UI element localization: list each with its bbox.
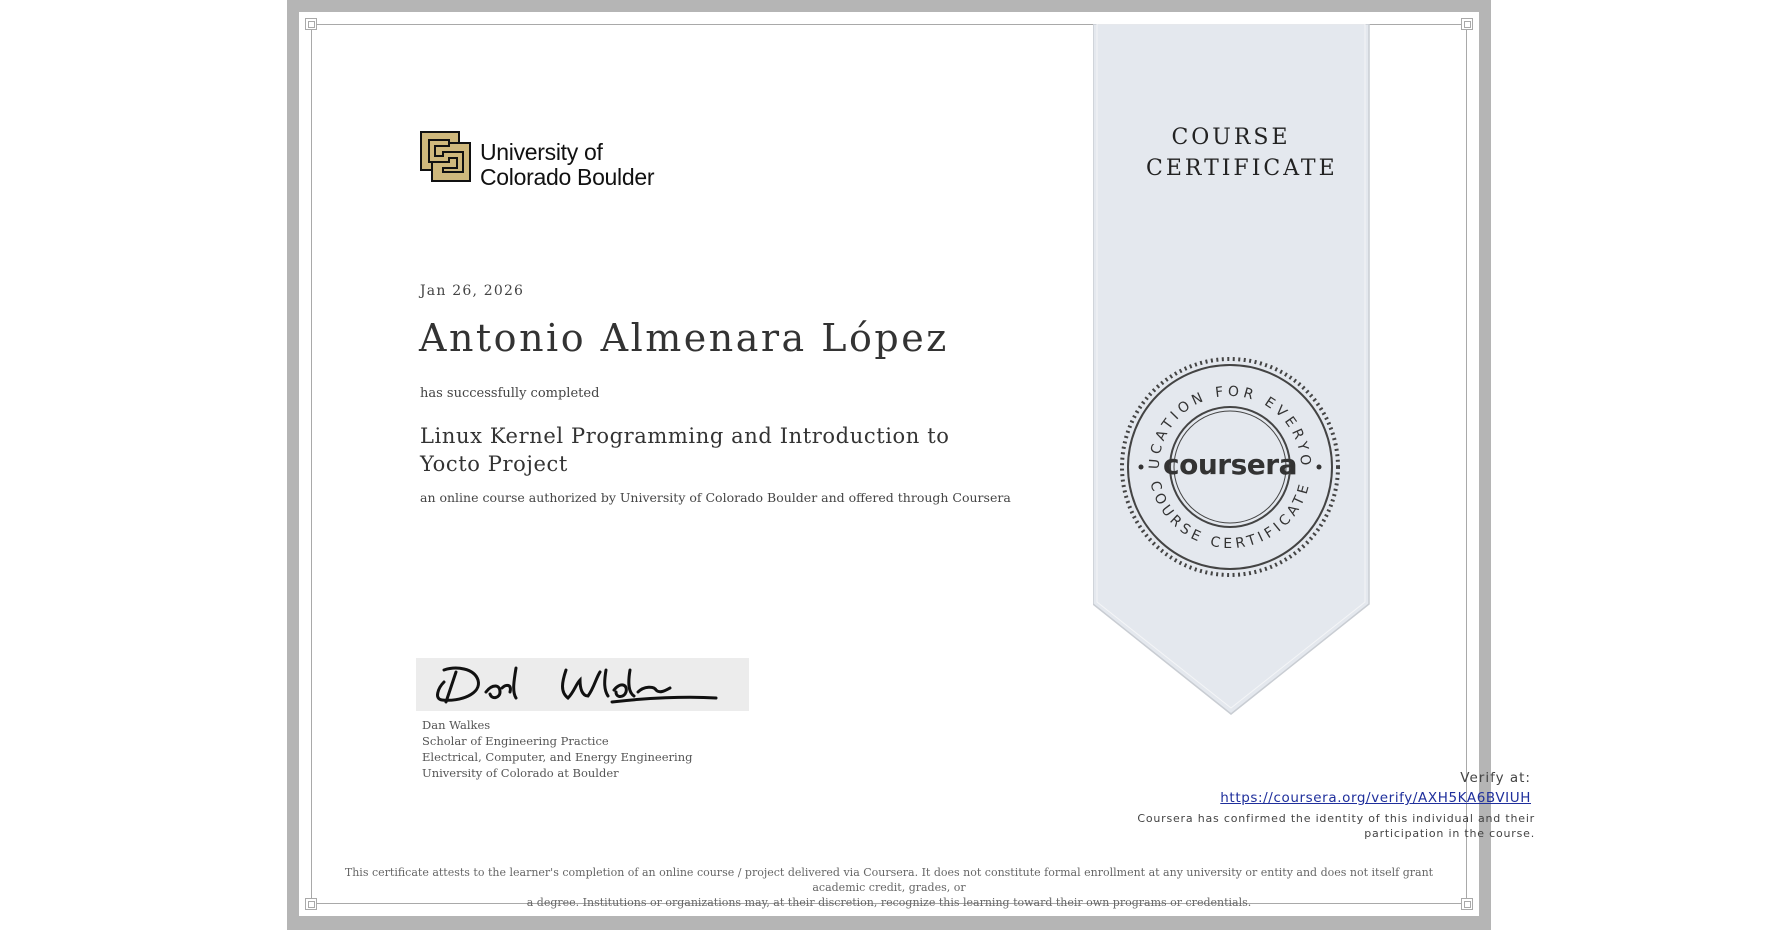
signatory-title: Scholar of Engineering Practice [422, 734, 609, 748]
cu-logo-icon [420, 131, 471, 182]
certificate-paper: COURSE CERTIFICATE University of Colorad… [299, 12, 1534, 916]
signature-image [416, 658, 749, 711]
recipient-name: Antonio Almenara López [419, 316, 949, 360]
certificate-frame: COURSE CERTIFICATE University of Colorad… [287, 0, 1534, 930]
signatory-block: Dan Walkes Scholar of Engineering Practi… [422, 717, 692, 781]
institution-name: University of Colorado Boulder [480, 139, 655, 190]
certificate-date: Jan 26, 2026 [420, 283, 525, 299]
corner-ornament-icon [1461, 898, 1473, 910]
corner-ornament-icon [1461, 18, 1473, 30]
identity-statement: Coursera has confirmed the identity of t… [1137, 812, 1535, 840]
signature-icon [436, 666, 718, 704]
verify-link[interactable]: https://coursera.org/verify/AXH5KA6BVIUH [1139, 790, 1531, 806]
completion-text: has successfully completed [420, 386, 600, 401]
verify-label: Verify at: [1460, 770, 1531, 786]
corner-ornament-icon [305, 898, 317, 910]
course-title: Linux Kernel Programming and Introductio… [420, 424, 950, 476]
authorization-text: an online course authorized by Universit… [420, 490, 1011, 505]
signatory-institution: University of Colorado at Boulder [422, 766, 619, 780]
signatory-department: Electrical, Computer, and Energy Enginee… [422, 750, 693, 764]
ribbon-title: COURSE CERTIFICATE [1146, 125, 1338, 181]
corner-ornament-icon [305, 18, 317, 30]
seal-brand: coursera [1163, 448, 1297, 481]
signatory-name: Dan Walkes [422, 718, 491, 732]
disclaimer: This certificate attests to the learner'… [344, 866, 1434, 909]
